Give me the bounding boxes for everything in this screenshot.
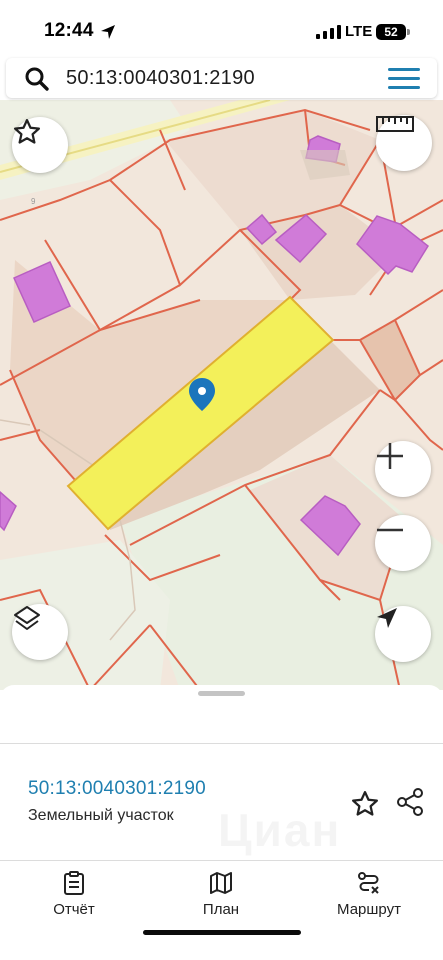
sheet-divider-bottom <box>0 860 443 861</box>
ruler-button[interactable] <box>376 115 432 171</box>
parcel-info-sheet[interactable]: Циан 50:13:0040301:2190 Земельный участо… <box>0 685 443 960</box>
location-arrow-icon <box>101 25 115 39</box>
zoom-in-button[interactable] <box>375 441 431 497</box>
parcel-number-link[interactable]: 50:13:0040301:2190 <box>28 778 206 800</box>
minus-icon <box>377 528 403 532</box>
search-icon[interactable] <box>24 66 50 92</box>
zoom-out-button[interactable] <box>375 515 431 571</box>
report-clipboard-icon <box>64 871 84 895</box>
plus-icon <box>377 443 403 469</box>
status-time: 12:44 <box>44 20 94 41</box>
watermark: Циан <box>218 803 341 857</box>
cellular-signal-icon <box>316 25 341 39</box>
sheet-divider-top <box>0 743 443 744</box>
route-icon <box>358 872 379 894</box>
favorite-button[interactable] <box>12 117 68 173</box>
navigation-arrow-icon <box>377 608 397 628</box>
sheet-drag-handle[interactable] <box>198 691 245 696</box>
status-bar: 12:44 LTE 52 <box>0 0 443 56</box>
network-type: LTE <box>345 23 373 40</box>
hamburger-menu-icon[interactable] <box>388 68 420 90</box>
star-icon[interactable] <box>350 789 380 819</box>
svg-text:9: 9 <box>31 197 36 206</box>
map-canvas[interactable]: 9 <box>0 100 443 690</box>
tab-label-plan: План <box>202 901 240 918</box>
tab-route[interactable]: Маршрут <box>314 871 424 921</box>
layers-button[interactable] <box>12 604 68 660</box>
search-input[interactable]: 50:13:0040301:2190 <box>66 67 255 90</box>
map-plan-icon <box>210 872 232 894</box>
my-location-button[interactable] <box>375 606 431 662</box>
tab-label-route: Маршрут <box>337 901 401 918</box>
home-indicator[interactable] <box>143 930 301 935</box>
tab-plan[interactable]: План <box>166 871 276 921</box>
star-icon <box>14 119 40 144</box>
share-icon[interactable] <box>395 787 425 817</box>
battery-icon: 52 <box>376 24 410 40</box>
ruler-icon <box>376 116 414 132</box>
battery-level: 52 <box>384 25 398 39</box>
tab-label-report: Отчёт <box>53 901 95 918</box>
search-bar[interactable]: 50:13:0040301:2190 <box>6 58 437 98</box>
tab-report[interactable]: Отчёт <box>19 871 129 921</box>
cadastral-map[interactable]: 9 <box>0 100 443 690</box>
parcel-type: Земельный участок <box>28 807 174 824</box>
layers-icon <box>14 606 40 630</box>
